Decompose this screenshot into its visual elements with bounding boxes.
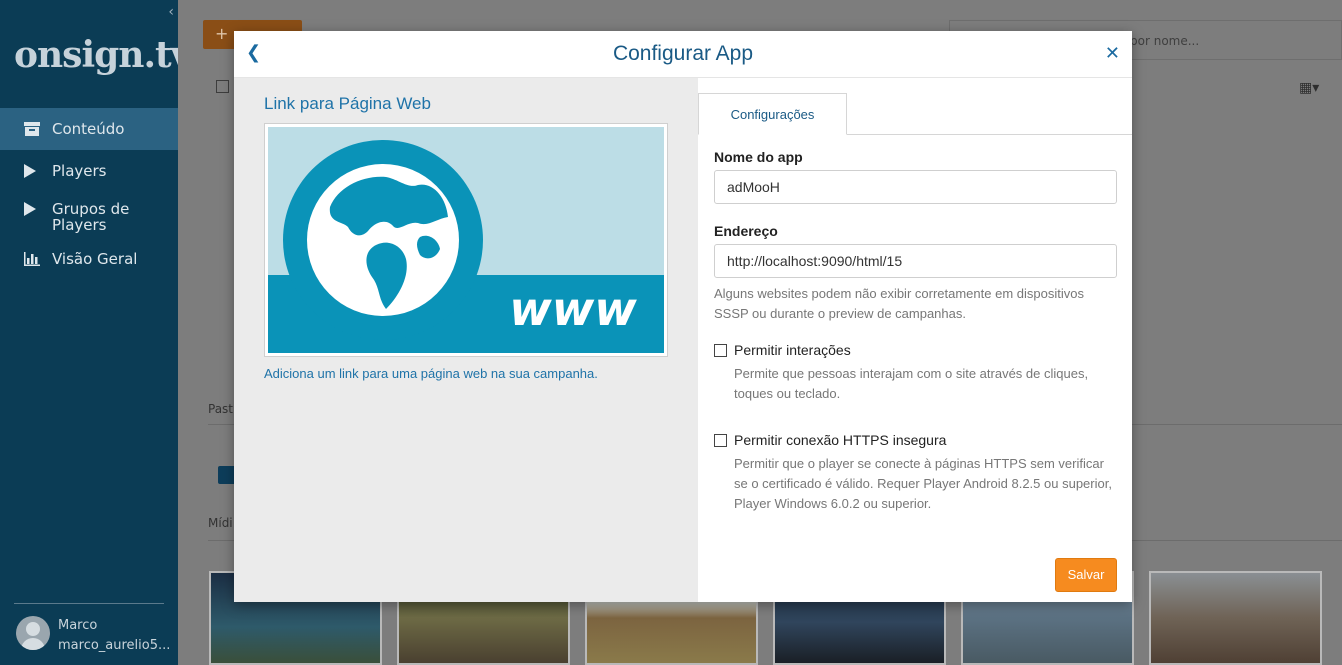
sidebar-item-players[interactable]: Players <box>0 150 178 192</box>
sidebar: ‹ onsign.tv Conteúdo Players Grupos de P… <box>0 0 192 665</box>
play-icon <box>24 164 42 178</box>
tab-configuracoes[interactable]: Configurações <box>698 93 847 135</box>
app-description: Adiciona um link para uma página web na … <box>264 366 598 381</box>
select-all-checkbox[interactable] <box>216 80 229 93</box>
app-info-pane: Link para Página Web www Adiciona um lin… <box>234 78 698 602</box>
media-thumbnail[interactable] <box>1149 571 1322 665</box>
close-icon[interactable]: ✕ <box>1105 43 1120 64</box>
allow-insecure-label[interactable]: Permitir conexão HTTPS insegura <box>734 432 946 448</box>
modal-header: ❮ Configurar App ✕ <box>234 31 1132 78</box>
address-input[interactable] <box>714 244 1117 278</box>
sidebar-item-label: Conteúdo <box>52 120 125 138</box>
modal-title: Configurar App <box>612 42 754 65</box>
sidebar-item-visao-geral[interactable]: Visão Geral <box>0 242 178 276</box>
bar-chart-icon <box>24 252 42 266</box>
sidebar-item-grupos-de-players[interactable]: Grupos de Players <box>0 192 178 242</box>
app-name-label: Nome do app <box>714 149 803 165</box>
allow-interactions-checkbox[interactable] <box>714 343 727 357</box>
archive-icon <box>24 122 42 136</box>
media-heading: Mídi <box>208 516 233 530</box>
allow-insecure-checkbox[interactable] <box>714 433 727 447</box>
allow-interactions-row[interactable]: Permitir interações <box>714 342 851 358</box>
chevron-left-icon[interactable]: ‹ <box>168 4 174 20</box>
address-help: Alguns websites podem não exibir correta… <box>714 286 1084 321</box>
sidebar-item-label: Grupos de Players <box>52 200 130 234</box>
allow-insecure-help: Permitir que o player se conecte à págin… <box>734 456 1112 511</box>
folders-heading: Past <box>208 402 234 416</box>
play-icon <box>24 202 42 216</box>
www-text: www <box>509 282 637 336</box>
configure-app-modal: ❮ Configurar App ✕ Link para Página Web … <box>234 31 1132 602</box>
logo: onsign.tv <box>14 34 192 76</box>
allow-insecure-row[interactable]: Permitir conexão HTTPS insegura <box>714 432 946 448</box>
user-menu[interactable]: Marco marco_aurelio5... <box>14 603 170 665</box>
app-name-input[interactable] <box>714 170 1117 204</box>
allow-interactions-help: Permite que pessoas interajam com o site… <box>734 366 1089 401</box>
grid-view-icon[interactable]: ▦▾ <box>1299 80 1325 96</box>
app-image: www <box>264 123 668 357</box>
avatar <box>16 616 50 650</box>
user-email: marco_aurelio5... <box>58 638 171 653</box>
sidebar-item-label: Players <box>52 162 107 180</box>
sidebar-item-label: Visão Geral <box>52 250 138 268</box>
globe-www-icon: www <box>268 127 664 353</box>
allow-interactions-label[interactable]: Permitir interações <box>734 342 851 358</box>
sidebar-nav: Conteúdo Players Grupos de Players Visão… <box>0 108 178 276</box>
sidebar-item-conteudo[interactable]: Conteúdo <box>0 108 178 150</box>
settings-pane: Configurações Nome do app Endereço Algun… <box>698 78 1132 602</box>
tab-strip: Configurações <box>698 93 1132 135</box>
save-button[interactable]: Salvar <box>1055 558 1117 592</box>
address-label: Endereço <box>714 223 778 239</box>
user-name: Marco <box>58 618 98 633</box>
app-name-heading: Link para Página Web <box>264 94 431 113</box>
